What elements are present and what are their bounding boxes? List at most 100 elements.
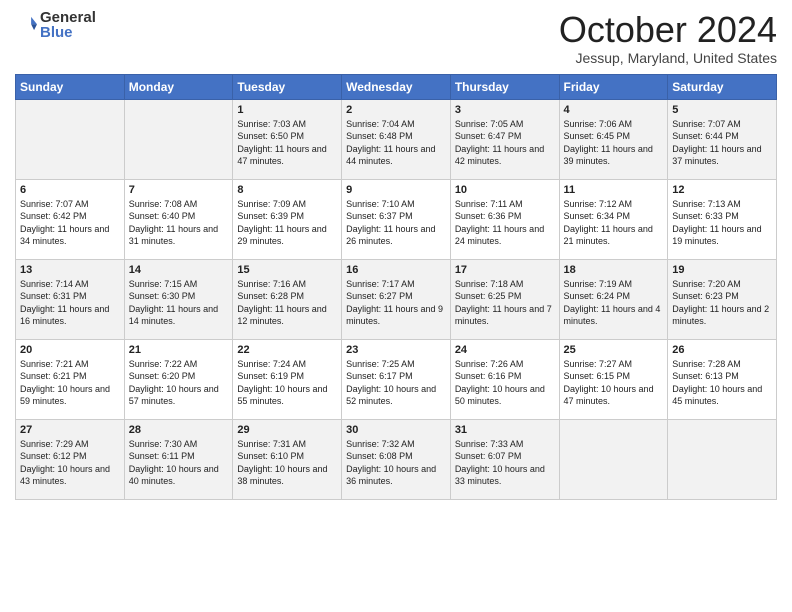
calendar-cell: 2Sunrise: 7:04 AM Sunset: 6:48 PM Daylig… — [342, 99, 451, 179]
day-number: 22 — [237, 344, 337, 356]
day-number: 25 — [564, 344, 664, 356]
calendar-cell: 22 Sunrise: 7:24 AM Sunset: 6:19 PM Dayli… — [233, 339, 342, 419]
day-info: Sunrise: 7:26 AM Sunset: 6:16 PM Dayligh… — [455, 358, 555, 408]
calendar-cell: 4Sunrise: 7:06 AM Sunset: 6:45 PM Daylig… — [559, 99, 668, 179]
day-number: 8 — [237, 184, 337, 196]
day-info: Sunrise: 7:14 AM Sunset: 6:31 PM Dayligh… — [20, 278, 120, 328]
month-title: October 2024 — [559, 10, 777, 50]
calendar-header-row: SundayMondayTuesdayWednesdayThursdayFrid… — [16, 74, 777, 99]
day-number: 21 — [129, 344, 229, 356]
logo-text: General Blue — [40, 10, 96, 40]
calendar-cell: 28 Sunrise: 7:30 AM Sunset: 6:11 PM Dayli… — [124, 419, 233, 499]
logo-icon — [15, 14, 37, 36]
day-info: Sunrise: 7:17 AM Sunset: 6:27 PM Dayligh… — [346, 278, 446, 328]
day-number: 3 — [455, 104, 555, 116]
day-number: 26 — [672, 344, 772, 356]
day-of-week-header: Wednesday — [342, 74, 451, 99]
day-info: Sunrise: 7:05 AM Sunset: 6:47 PM Dayligh… — [455, 118, 555, 168]
day-of-week-header: Sunday — [16, 74, 125, 99]
day-info: Sunrise: 7:08 AM Sunset: 6:40 PM Dayligh… — [129, 198, 229, 248]
header: General Blue October 2024 Jessup, Maryla… — [15, 10, 777, 66]
calendar-cell — [668, 419, 777, 499]
day-number: 12 — [672, 184, 772, 196]
day-info: Sunrise: 7:24 AM Sunset: 6:19 PM Dayligh… — [237, 358, 337, 408]
calendar-week-row: 6Sunrise: 7:07 AM Sunset: 6:42 PM Daylig… — [16, 179, 777, 259]
calendar-cell: 31 Sunrise: 7:33 AM Sunset: 6:07 PM Dayli… — [450, 419, 559, 499]
day-number: 13 — [20, 264, 120, 276]
day-info: Sunrise: 7:32 AM Sunset: 6:08 PM Dayligh… — [346, 438, 446, 488]
calendar-cell: 15 Sunrise: 7:16 AM Sunset: 6:28 PM Dayli… — [233, 259, 342, 339]
calendar-cell: 5 Sunrise: 7:07 AM Sunset: 6:44 PM Daylig… — [668, 99, 777, 179]
day-info: Sunrise: 7:31 AM Sunset: 6:10 PM Dayligh… — [237, 438, 337, 488]
calendar-cell: 19Sunrise: 7:20 AM Sunset: 6:23 PM Dayli… — [668, 259, 777, 339]
day-info: Sunrise: 7:03 AM Sunset: 6:50 PM Dayligh… — [237, 118, 337, 168]
day-info: Sunrise: 7:09 AM Sunset: 6:39 PM Dayligh… — [237, 198, 337, 248]
day-number: 31 — [455, 424, 555, 436]
calendar-cell: 14 Sunrise: 7:15 AM Sunset: 6:30 PM Dayli… — [124, 259, 233, 339]
day-number: 29 — [237, 424, 337, 436]
day-number: 19 — [672, 264, 772, 276]
day-number: 5 — [672, 104, 772, 116]
calendar-cell: 29 Sunrise: 7:31 AM Sunset: 6:10 PM Dayli… — [233, 419, 342, 499]
day-info: Sunrise: 7:13 AM Sunset: 6:33 PM Dayligh… — [672, 198, 772, 248]
calendar-cell: 17 Sunrise: 7:18 AM Sunset: 6:25 PM Dayli… — [450, 259, 559, 339]
day-number: 23 — [346, 344, 446, 356]
calendar-cell — [16, 99, 125, 179]
day-info: Sunrise: 7:29 AM Sunset: 6:12 PM Dayligh… — [20, 438, 120, 488]
calendar-cell: 16 Sunrise: 7:17 AM Sunset: 6:27 PM Dayli… — [342, 259, 451, 339]
day-info: Sunrise: 7:07 AM Sunset: 6:44 PM Dayligh… — [672, 118, 772, 168]
calendar-cell: 27 Sunrise: 7:29 AM Sunset: 6:12 PM Dayli… — [16, 419, 125, 499]
calendar-week-row: 20Sunrise: 7:21 AM Sunset: 6:21 PM Dayli… — [16, 339, 777, 419]
day-info: Sunrise: 7:12 AM Sunset: 6:34 PM Dayligh… — [564, 198, 664, 248]
day-number: 1 — [237, 104, 337, 116]
day-number: 27 — [20, 424, 120, 436]
day-info: Sunrise: 7:16 AM Sunset: 6:28 PM Dayligh… — [237, 278, 337, 328]
day-number: 24 — [455, 344, 555, 356]
day-number: 4 — [564, 104, 664, 116]
day-info: Sunrise: 7:28 AM Sunset: 6:13 PM Dayligh… — [672, 358, 772, 408]
day-info: Sunrise: 7:33 AM Sunset: 6:07 PM Dayligh… — [455, 438, 555, 488]
day-number: 15 — [237, 264, 337, 276]
day-number: 7 — [129, 184, 229, 196]
calendar-cell — [559, 419, 668, 499]
day-of-week-header: Thursday — [450, 74, 559, 99]
calendar-cell: 12 Sunrise: 7:13 AM Sunset: 6:33 PM Dayli… — [668, 179, 777, 259]
calendar-cell: 18 Sunrise: 7:19 AM Sunset: 6:24 PM Dayli… — [559, 259, 668, 339]
day-info: Sunrise: 7:11 AM Sunset: 6:36 PM Dayligh… — [455, 198, 555, 248]
calendar-cell: 9Sunrise: 7:10 AM Sunset: 6:37 PM Daylig… — [342, 179, 451, 259]
calendar-cell — [124, 99, 233, 179]
calendar-cell: 25Sunrise: 7:27 AM Sunset: 6:15 PM Dayli… — [559, 339, 668, 419]
calendar-cell: 3 Sunrise: 7:05 AM Sunset: 6:47 PM Daylig… — [450, 99, 559, 179]
calendar-cell: 1 Sunrise: 7:03 AM Sunset: 6:50 PM Daylig… — [233, 99, 342, 179]
day-of-week-header: Friday — [559, 74, 668, 99]
calendar-cell: 6Sunrise: 7:07 AM Sunset: 6:42 PM Daylig… — [16, 179, 125, 259]
calendar-cell: 10Sunrise: 7:11 AM Sunset: 6:36 PM Dayli… — [450, 179, 559, 259]
logo-general-text: General — [40, 10, 96, 25]
day-info: Sunrise: 7:18 AM Sunset: 6:25 PM Dayligh… — [455, 278, 555, 328]
calendar-cell: 30 Sunrise: 7:32 AM Sunset: 6:08 PM Dayli… — [342, 419, 451, 499]
logo-blue-text: Blue — [40, 25, 96, 40]
day-number: 28 — [129, 424, 229, 436]
calendar-week-row: 27 Sunrise: 7:29 AM Sunset: 6:12 PM Dayli… — [16, 419, 777, 499]
day-number: 14 — [129, 264, 229, 276]
day-number: 18 — [564, 264, 664, 276]
day-info: Sunrise: 7:15 AM Sunset: 6:30 PM Dayligh… — [129, 278, 229, 328]
calendar-table: SundayMondayTuesdayWednesdayThursdayFrid… — [15, 74, 777, 500]
calendar-week-row: 13 Sunrise: 7:14 AM Sunset: 6:31 PM Dayli… — [16, 259, 777, 339]
day-number: 16 — [346, 264, 446, 276]
calendar-cell: 21 Sunrise: 7:22 AM Sunset: 6:20 PM Dayli… — [124, 339, 233, 419]
day-info: Sunrise: 7:30 AM Sunset: 6:11 PM Dayligh… — [129, 438, 229, 488]
day-number: 30 — [346, 424, 446, 436]
day-number: 17 — [455, 264, 555, 276]
calendar-cell: 13 Sunrise: 7:14 AM Sunset: 6:31 PM Dayli… — [16, 259, 125, 339]
day-info: Sunrise: 7:19 AM Sunset: 6:24 PM Dayligh… — [564, 278, 664, 328]
calendar-cell: 26 Sunrise: 7:28 AM Sunset: 6:13 PM Dayli… — [668, 339, 777, 419]
day-number: 6 — [20, 184, 120, 196]
day-of-week-header: Tuesday — [233, 74, 342, 99]
day-number: 2 — [346, 104, 446, 116]
day-info: Sunrise: 7:10 AM Sunset: 6:37 PM Dayligh… — [346, 198, 446, 248]
calendar-cell: 20Sunrise: 7:21 AM Sunset: 6:21 PM Dayli… — [16, 339, 125, 419]
day-of-week-header: Monday — [124, 74, 233, 99]
day-of-week-header: Saturday — [668, 74, 777, 99]
day-info: Sunrise: 7:22 AM Sunset: 6:20 PM Dayligh… — [129, 358, 229, 408]
